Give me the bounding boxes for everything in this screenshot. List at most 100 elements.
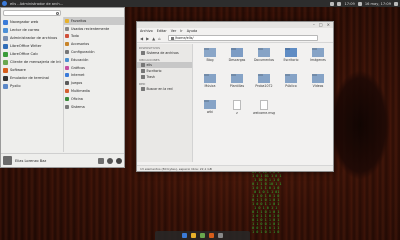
dock-launcher-icon[interactable] [200, 233, 205, 238]
sidebar-item-network[interactable]: Buscar en la red [137, 86, 192, 92]
category-item[interactable]: Internet [64, 72, 124, 80]
network-icon[interactable] [330, 1, 335, 6]
power-icon[interactable] [116, 157, 122, 164]
file-label: Blog [206, 58, 214, 62]
favorite-item[interactable]: LibreOffice Writer [3, 42, 61, 50]
category-item[interactable]: Configuración [64, 48, 124, 56]
minimize-icon[interactable]: – [313, 23, 315, 27]
back-icon[interactable]: ◀ [140, 36, 143, 41]
menu-item[interactable]: Ir [180, 29, 182, 33]
settings-icon[interactable] [98, 157, 104, 164]
favorite-item[interactable]: Cliente de mensajería de Inte... [3, 58, 61, 66]
lock-icon[interactable] [107, 157, 113, 164]
power-icon[interactable] [394, 1, 398, 6]
category-icon [65, 34, 69, 39]
category-item[interactable]: Juegos [64, 79, 124, 87]
close-icon[interactable]: × [327, 23, 330, 27]
favorite-label: Emulador de terminal [10, 76, 49, 80]
battery-icon[interactable] [357, 1, 362, 6]
dock-launcher-icon[interactable] [209, 233, 214, 238]
dock-launcher-icon[interactable] [191, 233, 196, 238]
favorite-label: Navegador web [10, 20, 39, 24]
favorite-label: Cliente de mensajería de Inte... [10, 60, 61, 64]
category-item[interactable]: Usados recientemente [64, 25, 124, 33]
category-icon [65, 104, 69, 109]
file-label: Vídeos [312, 84, 324, 88]
category-item[interactable]: Favoritos [64, 17, 124, 25]
menu-search-input[interactable] [3, 10, 61, 16]
category-item[interactable]: Multimedia [64, 87, 124, 95]
folder-icon [204, 100, 216, 109]
app-icon [3, 75, 8, 81]
category-label: Configuración [71, 50, 95, 55]
category-icon [65, 65, 69, 70]
favorite-label: LibreOffice Calc [10, 52, 39, 56]
folder-item[interactable]: Música [197, 74, 223, 96]
folder-icon [141, 63, 145, 67]
favorite-item[interactable]: Pyxilo [3, 82, 61, 90]
search-icon [56, 12, 59, 15]
sidebar-item-label: elis [146, 63, 152, 67]
folder-icon [141, 69, 145, 73]
sidebar: DISPOSITIVOS Sistema de archivos UBICACI… [137, 44, 193, 162]
sidebar-item-label: Trash [146, 75, 155, 79]
folder-item[interactable]: wiki [197, 100, 223, 122]
category-icon [65, 50, 69, 55]
file-label: Música [204, 84, 216, 88]
file-label: Público [285, 84, 297, 88]
forward-icon[interactable]: ▶ [146, 36, 149, 41]
app-icon [3, 35, 8, 41]
dock-launcher-icon[interactable] [218, 233, 223, 238]
app-icon [3, 19, 8, 25]
favorite-item[interactable]: Emulador de terminal [3, 74, 61, 82]
location-bar[interactable]: /home/elis/ [167, 35, 318, 41]
menu-item[interactable]: Archivo [140, 29, 153, 33]
folder-item[interactable]: Vídeos [305, 74, 331, 96]
volume-icon[interactable] [337, 1, 342, 6]
favorite-item[interactable]: Navegador web [3, 18, 61, 26]
menu-item[interactable]: Ver [171, 29, 177, 33]
folder-item[interactable]: Descargas [224, 48, 250, 70]
category-item[interactable]: Sistema [64, 103, 124, 111]
favorite-item[interactable]: LibreOffice Calc [3, 50, 61, 58]
up-icon[interactable]: ▲ [152, 36, 155, 41]
category-item[interactable]: Gráficos [64, 64, 124, 72]
category-item[interactable]: Accesorios [64, 40, 124, 48]
folder-item[interactable]: Proba1072 [251, 74, 277, 96]
folder-item[interactable]: Público [278, 74, 304, 96]
active-window-title[interactable]: elis - Administrador de arch... [10, 2, 330, 6]
sidebar-item-label: Escritorio [146, 69, 162, 73]
app-icon [3, 83, 8, 89]
favorite-item[interactable]: Lector de correo [3, 26, 61, 34]
menu-item[interactable]: Ayuda [187, 29, 197, 33]
wallpaper-matrix-text: 01 1 10 1 0 1 1 0 1 01 1 0 1 1 10 0 1 1 … [252, 170, 282, 234]
file-label: Descargas [228, 58, 246, 62]
folder-item[interactable]: Escritorio [278, 48, 304, 70]
app-icon [3, 67, 8, 73]
menu-user-bar: Elias Lorenzo Baz [1, 153, 124, 167]
category-icon [65, 26, 69, 31]
file-label: Escritorio [283, 58, 299, 62]
folder-item[interactable]: Blog [197, 48, 223, 70]
home-icon[interactable]: ⌂ [158, 36, 161, 41]
toolbar: ◀ ▶ ▲ ⌂ /home/elis/ [137, 34, 333, 43]
panel-date[interactable]: 16 may, 17:09 [365, 2, 391, 6]
folder-item[interactable]: Documentos [251, 48, 277, 70]
category-item[interactable]: Todo [64, 33, 124, 41]
file-item[interactable]: welcome.msg [251, 100, 277, 122]
category-item[interactable]: Educación [64, 56, 124, 64]
folder-item[interactable]: Plantillas [224, 74, 250, 96]
app-icon [3, 43, 8, 49]
category-label: Gráficos [71, 65, 85, 70]
username: Elias Lorenzo Baz [15, 158, 47, 163]
dock-launcher-icon[interactable] [182, 233, 187, 238]
folder-item[interactable]: Imágenes [305, 48, 331, 70]
favorite-item[interactable]: Software [3, 66, 61, 74]
file-item[interactable]: z [224, 100, 250, 122]
panel-clock[interactable]: 17:09 [344, 2, 354, 6]
category-item[interactable]: Oficina [64, 95, 124, 103]
menu-item[interactable]: Editar [157, 29, 167, 33]
favorite-item[interactable]: Administrador de archivos [3, 34, 61, 42]
applications-menu-icon[interactable] [2, 1, 7, 6]
maximize-icon[interactable]: □ [319, 23, 323, 27]
